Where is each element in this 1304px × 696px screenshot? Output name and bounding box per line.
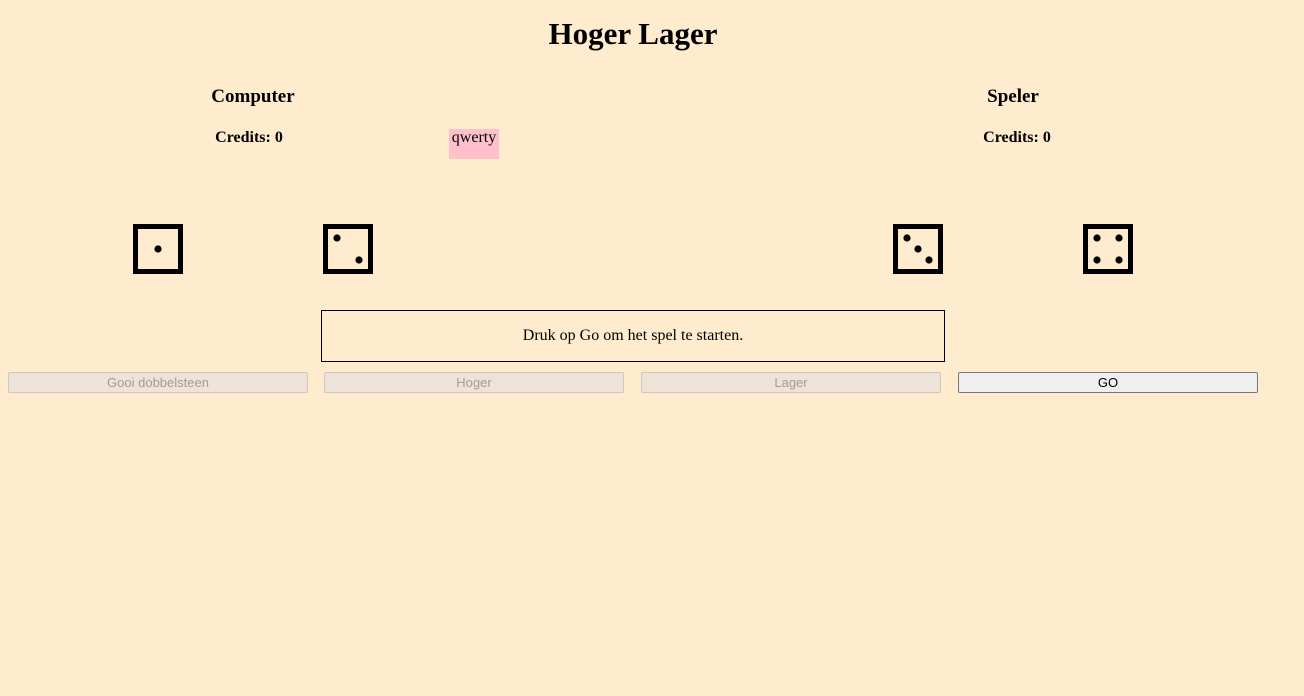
computer-die-2: [323, 224, 373, 274]
die-pip: [1115, 256, 1123, 264]
computer-credits-label: Credits:: [215, 129, 275, 146]
computer-credits-value: 0: [274, 129, 283, 146]
die-frame: [323, 224, 373, 274]
player-credits-value: 0: [1042, 129, 1051, 146]
die-pip: [925, 256, 933, 264]
status-message-text: Druk op Go om het spel te starten.: [522, 327, 744, 344]
die-pip: [1115, 234, 1123, 242]
player-credits-label: Credits:: [983, 129, 1043, 146]
player-name-tag: qwerty: [449, 129, 499, 159]
die-face: [893, 224, 943, 274]
roll-dice-button[interactable]: Gooi dobbelsteen: [8, 372, 308, 393]
higher-button[interactable]: Hoger: [324, 372, 624, 393]
die-pip: [333, 234, 341, 242]
player-die-2: [1083, 224, 1133, 274]
player-credits: Credits: 0: [917, 129, 1117, 147]
die-pip: [903, 234, 911, 242]
die-frame: [1083, 224, 1133, 274]
die-pip: [154, 245, 162, 253]
page-title: Hoger Lager: [548, 16, 718, 51]
player-heading: Speler: [987, 86, 1039, 107]
die-face: [133, 224, 183, 274]
die-pip: [1093, 234, 1101, 242]
die-pip: [914, 245, 922, 253]
status-message: Druk op Go om het spel te starten.: [321, 310, 945, 362]
die-face: [1083, 224, 1133, 274]
computer-die-1: [133, 224, 183, 274]
die-pip: [1093, 256, 1101, 264]
computer-credits: Credits: 0: [149, 129, 349, 147]
computer-heading: Computer: [211, 86, 295, 107]
die-pip: [355, 256, 363, 264]
go-button[interactable]: GO: [958, 372, 1258, 393]
die-face: [323, 224, 373, 274]
lower-button[interactable]: Lager: [641, 372, 941, 393]
player-die-1: [893, 224, 943, 274]
